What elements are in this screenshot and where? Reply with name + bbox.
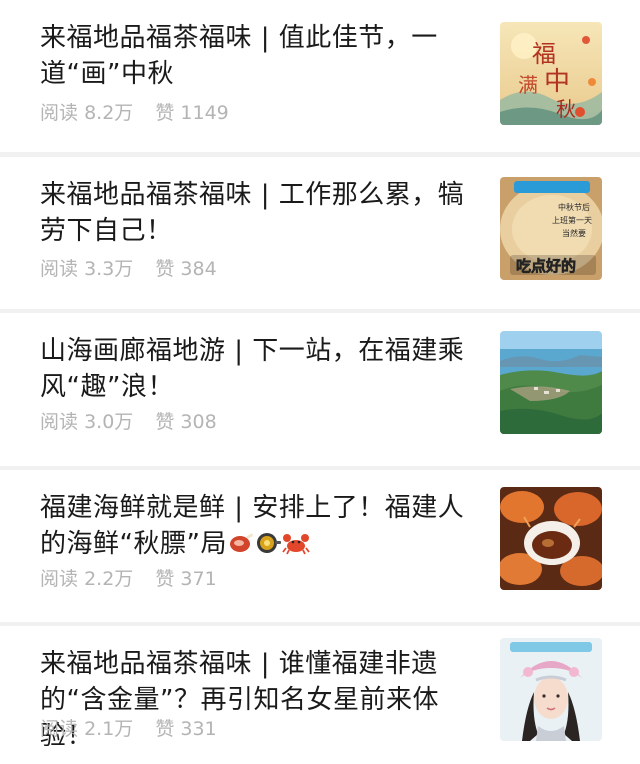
read-count: 8.2万 [84,102,134,124]
read-count: 3.3万 [84,258,134,280]
like-label: 赞 [155,411,175,433]
thumb-caption-1: 中秋节后 [558,202,590,212]
article-meta: 阅读 8.2万 赞 1149 [40,101,229,125]
article-card[interactable]: 来福地品福茶福味 | 值此佳节，一道“画”中秋 阅读 8.2万 赞 1149 福… [0,0,640,152]
article-meta: 阅读 2.2万 赞 371 [40,567,217,591]
like-count: 371 [180,568,217,590]
article-title[interactable]: 来福地品福茶福味 | 工作那么累，犒劳下自己！ [40,177,480,249]
porridge-bowl-image[interactable]: 中秋节后 上班第一天 当然要 吃点好的 [500,177,602,280]
frying-pan-emoji-icon [255,529,281,565]
like-label: 赞 [155,718,175,740]
article-meta: 阅读 3.0万 赞 308 [40,410,217,434]
article-meta: 阅读 3.3万 赞 384 [40,257,217,281]
like-count: 308 [180,411,217,433]
like-count: 331 [180,718,217,740]
thumb-caption-3: 当然要 [562,228,586,238]
read-count: 2.2万 [84,568,134,590]
like-label: 赞 [155,568,175,590]
thumb-char-man: 满 [518,73,538,97]
article-title[interactable]: 福建海鲜就是鲜 | 安排上了！福建人的海鲜“秋膘”局 [40,490,480,565]
article-card[interactable]: 来福地品福茶福味 | 谁懂福建非遗的“含金量”？再引知名女星前来体验！ 阅读 2… [0,626,640,764]
article-title[interactable]: 山海画廊福地游 | 下一站，在福建乘风“趣”浪！ [40,333,480,405]
crab-emoji-icon [282,529,310,565]
thumb-char-zhong: 中 [544,67,570,97]
hairy-crab-dish-image[interactable] [500,487,602,590]
thumb-char-qiu: 秋 [556,97,576,121]
article-title[interactable]: 来福地品福茶福味 | 值此佳节，一道“画”中秋 [40,20,480,92]
read-count: 2.1万 [84,718,134,740]
read-label: 阅读 [40,102,79,124]
mid-autumn-fu-poster[interactable]: 福 满 中 秋 [500,22,602,125]
meat-emoji-icon [228,529,254,565]
thumb-caption-4: 吃点好的 [516,257,576,275]
thumb-caption-2: 上班第一天 [552,215,592,225]
article-card[interactable]: 山海画廊福地游 | 下一站，在福建乘风“趣”浪！ 阅读 3.0万 赞 308 [0,313,640,466]
thumb-char-fu: 福 [532,40,556,68]
read-label: 阅读 [40,718,79,740]
woman-silver-headdress-image[interactable] [500,638,602,741]
read-label: 阅读 [40,568,79,590]
article-card[interactable]: 来福地品福茶福味 | 工作那么累，犒劳下自己！ 阅读 3.3万 赞 384 中秋… [0,157,640,309]
article-card[interactable]: 福建海鲜就是鲜 | 安排上了！福建人的海鲜“秋膘”局 阅读 2.2万 赞 371 [0,470,640,622]
article-meta: 阅读 2.1万 赞 331 [40,717,217,741]
like-label: 赞 [155,258,175,280]
like-count: 1149 [180,102,229,124]
read-label: 阅读 [40,411,79,433]
read-count: 3.0万 [84,411,134,433]
like-label: 赞 [155,102,175,124]
island-coast-aerial-image[interactable] [500,331,602,434]
read-label: 阅读 [40,258,79,280]
article-feed: 来福地品福茶福味 | 值此佳节，一道“画”中秋 阅读 8.2万 赞 1149 福… [0,0,640,764]
like-count: 384 [180,258,217,280]
